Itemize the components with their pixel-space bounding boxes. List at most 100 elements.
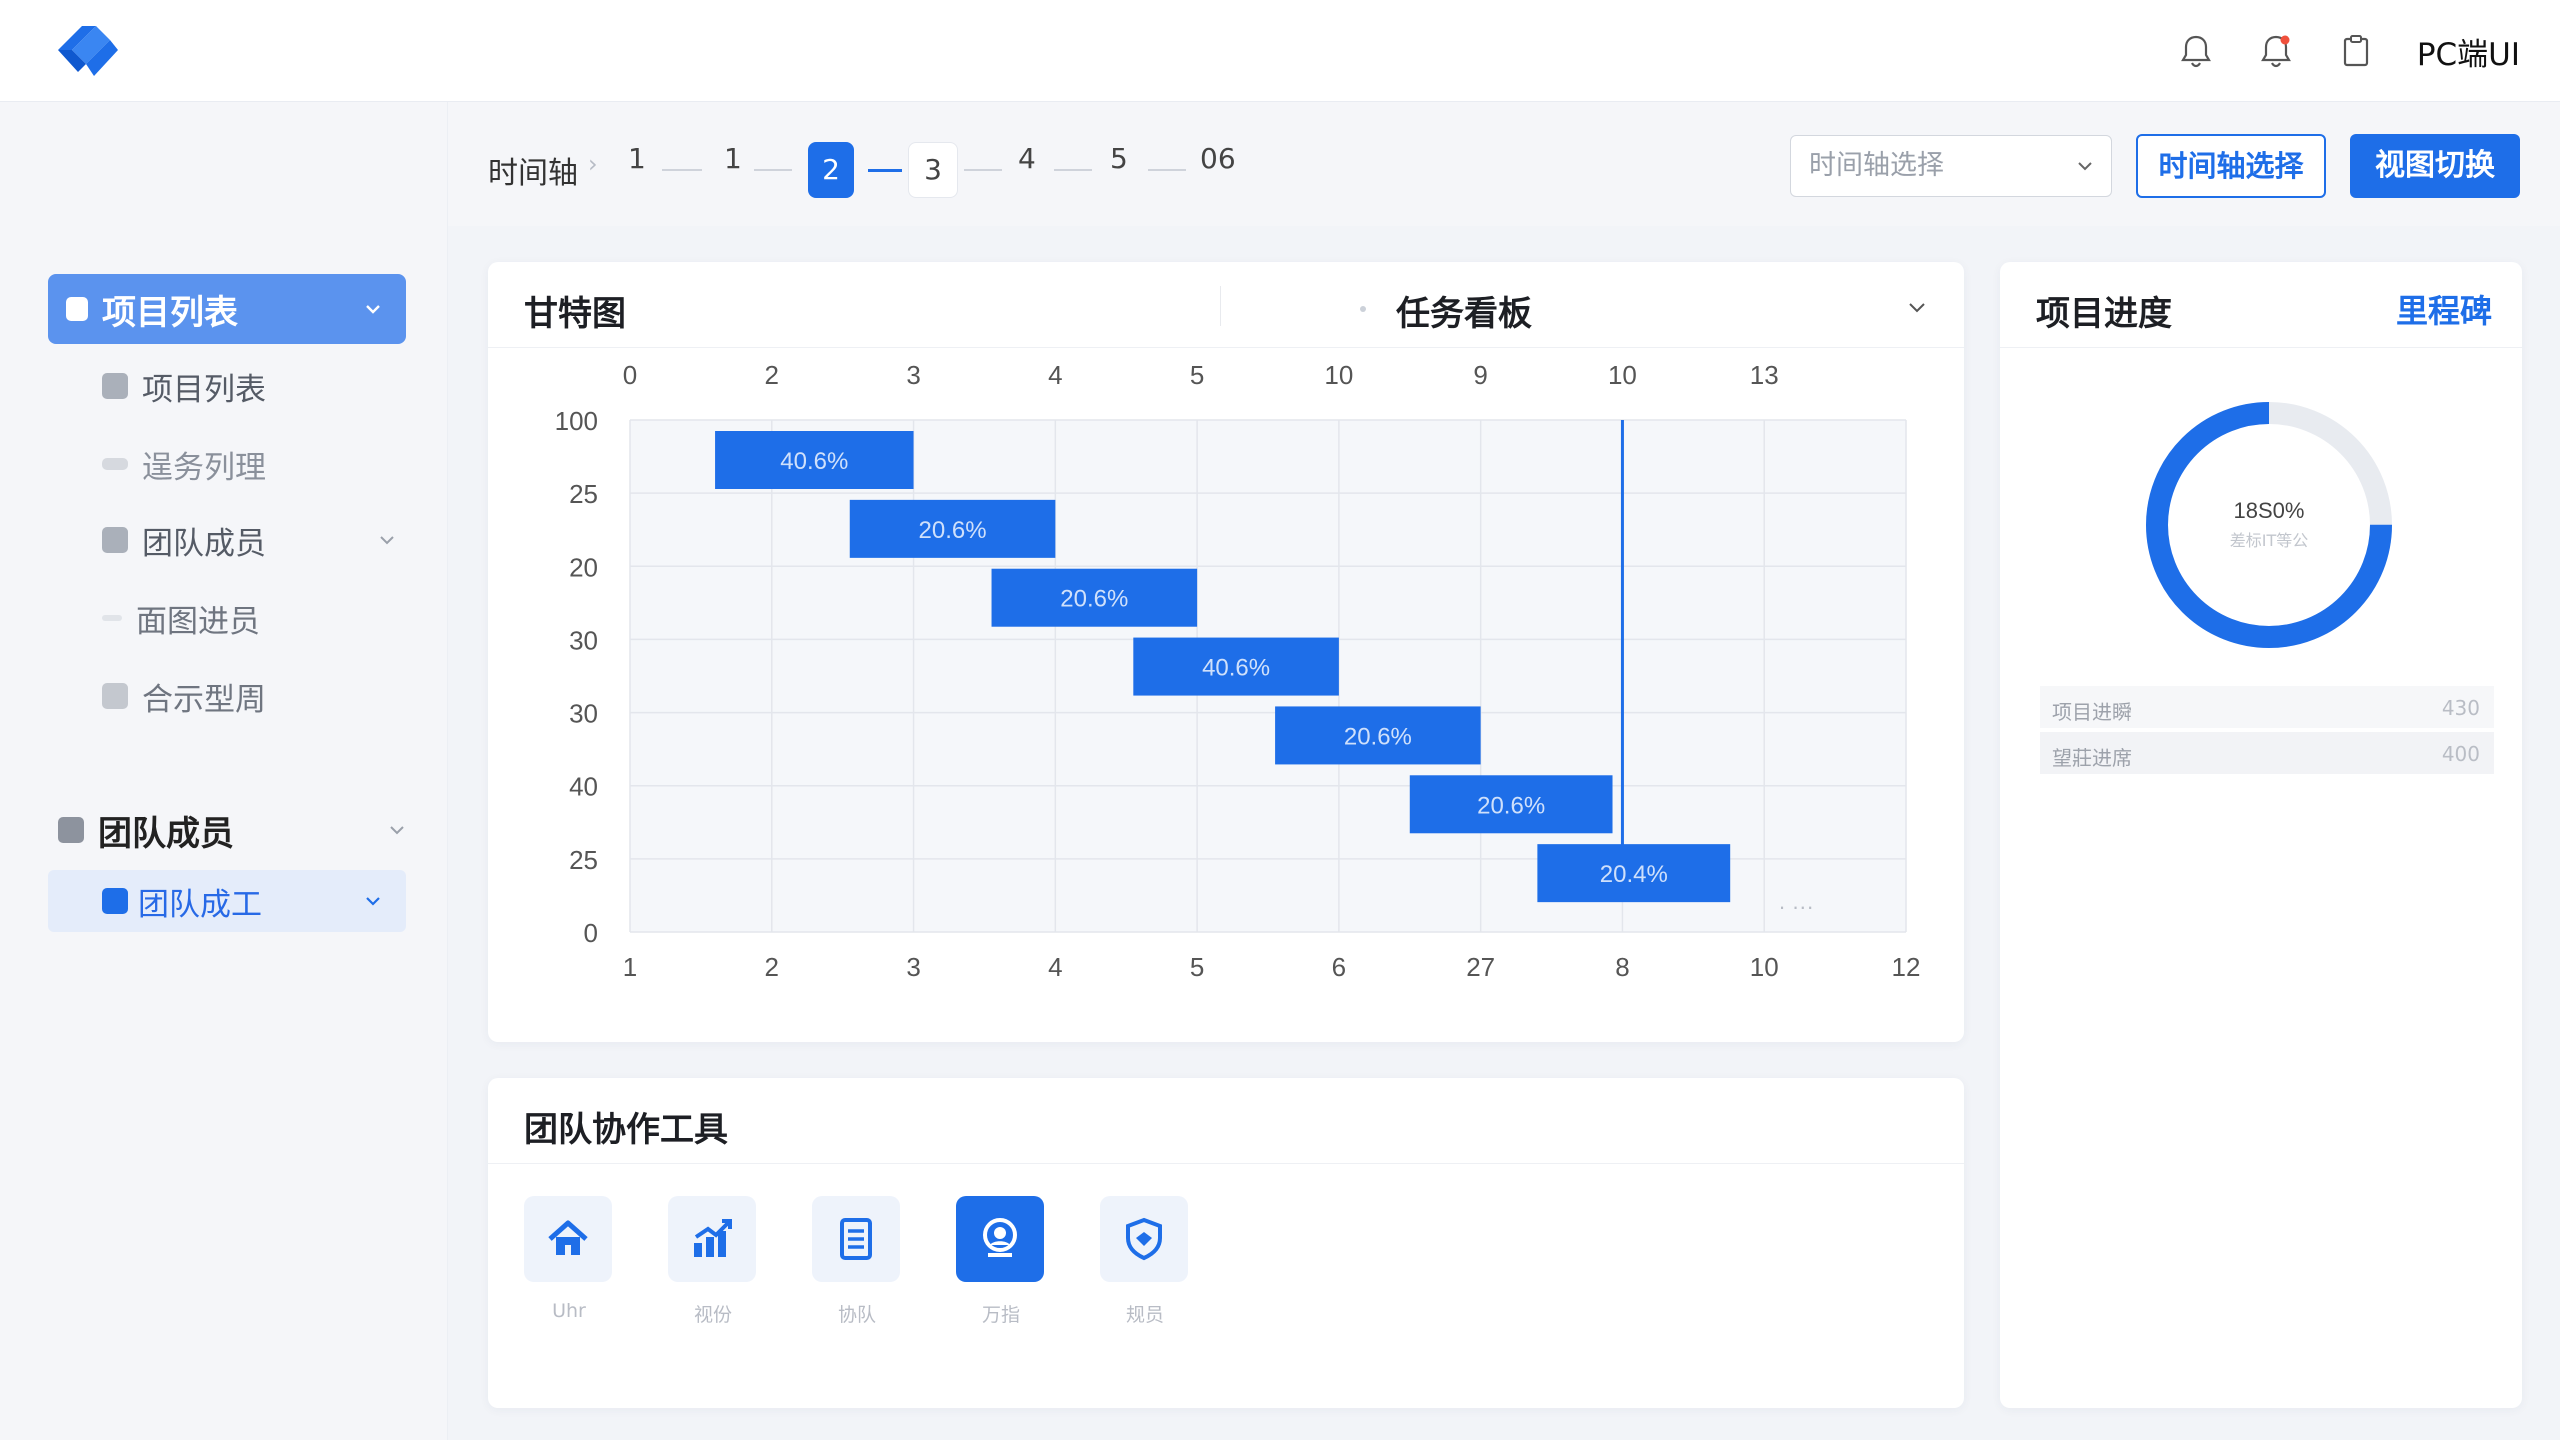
sidebar-subitem-task-list[interactable]: 逞务列理: [102, 438, 402, 490]
sidebar-item-label: 团队成员: [142, 525, 266, 562]
x-tick-label-bottom: 27: [1466, 952, 1495, 982]
team-icon: [102, 527, 128, 553]
bell-icon[interactable]: [2171, 26, 2221, 76]
y-tick-label: 25: [569, 479, 598, 509]
timeline-connector: [1148, 169, 1186, 171]
logo-icon[interactable]: [52, 20, 124, 82]
collaboration-tools-card: 团队协作工具 Uhr 视份 协队 万指 规员: [488, 1078, 1964, 1408]
milestone-link[interactable]: 里程碑: [2396, 286, 2492, 332]
timeline-step[interactable]: 1: [628, 142, 646, 175]
tool-tile-active[interactable]: [956, 1196, 1044, 1282]
tool-tile[interactable]: [812, 1196, 900, 1282]
sidebar-subitem-team-members[interactable]: 团队成员: [102, 514, 402, 566]
list-icon: [66, 297, 88, 321]
x-tick-label-top: 3: [906, 360, 920, 390]
x-tick-label-top: 10: [1608, 360, 1637, 390]
sidebar: 项目列表 项目列表 逞务列理 团队成员 面图进员 合示型周 团队成员 团队成工: [0, 102, 448, 1440]
timeline-select-dropdown[interactable]: 时间轴选择: [1790, 135, 2112, 197]
chevron-down-icon: [366, 897, 380, 906]
timeline-connector: [754, 169, 792, 171]
chevron-down-icon[interactable]: [1904, 294, 1930, 320]
timeline-step[interactable]: 3: [908, 142, 958, 198]
timeline-step[interactable]: 06: [1200, 142, 1236, 175]
tool-tile[interactable]: [668, 1196, 756, 1282]
user-profile-icon: [983, 1218, 1017, 1257]
tool-label: 万指: [981, 1304, 1020, 1326]
sidebar-item-label: 项目列表: [102, 292, 238, 333]
y-tick-label: 0: [584, 918, 598, 948]
timeline-step-active[interactable]: 2: [808, 142, 854, 198]
gantt-tab[interactable]: 甘特图: [524, 286, 626, 335]
timeline-label: 时间轴: [488, 156, 578, 191]
tool-item[interactable]: 协队: [812, 1196, 902, 1327]
donut-value: 18S0%: [2234, 498, 2305, 523]
timeline-step[interactable]: 5: [1110, 142, 1128, 175]
gantt-bar-label: 20.6%: [919, 517, 987, 544]
sidebar-item-project-list[interactable]: 项目列表: [48, 274, 406, 344]
donut-subtext: 差标IT等公: [2230, 531, 2309, 550]
stat-label: 项目进瞬: [2052, 700, 2132, 724]
dot-icon: [102, 615, 122, 621]
tool-label: 视份: [693, 1304, 732, 1326]
x-tick-label-top: 9: [1473, 360, 1487, 390]
tool-item[interactable]: 规员: [1100, 1196, 1190, 1327]
today-marker-dot: [1615, 847, 1630, 861]
timeline-connector: [1054, 169, 1092, 171]
card-header: 甘特图 任务看板: [488, 262, 1964, 348]
tool-item[interactable]: 万指: [956, 1196, 1046, 1327]
x-tick-label-top: 13: [1750, 360, 1779, 390]
shield-icon: [1126, 1217, 1162, 1261]
x-tick-label-top: 5: [1190, 360, 1204, 390]
x-tick-label-top: 4: [1048, 360, 1062, 390]
timeline-step[interactable]: 1: [724, 142, 742, 175]
task-board-tab[interactable]: 任务看板: [1396, 286, 1532, 335]
workers-icon: [102, 888, 128, 914]
chevron-down-icon: [366, 305, 380, 314]
sidebar-subitem-progress[interactable]: 面图进员: [102, 592, 402, 644]
gantt-bar-label: 20.6%: [1477, 792, 1545, 819]
chevron-down-icon: [390, 826, 404, 835]
x-tick-label-bottom: 2: [765, 952, 779, 982]
timeline-connector: [662, 169, 702, 171]
view-switch-button[interactable]: 视图切换: [2350, 134, 2520, 198]
gantt-card: 甘特图 任务看板 100 25 20 30 30 40 25 0 1 2 3 4 5 6 27 8 10 12 0 2…: [488, 262, 1964, 1042]
x-tick-label-bottom: 8: [1615, 952, 1629, 982]
timeline-connector-active: [868, 169, 902, 172]
progress-title: 项目进度: [2036, 294, 2172, 334]
brand-label: PC端UI: [2416, 36, 2520, 73]
notification-bell-icon[interactable]: [2251, 26, 2301, 76]
sidebar-item-label: 合示型周: [142, 681, 266, 718]
x-tick-label-top: 0: [623, 360, 637, 390]
gantt-bar-label: 20.6%: [1060, 586, 1128, 613]
sidebar-subitem-contracts[interactable]: 合示型周: [102, 670, 402, 722]
tool-tile[interactable]: [524, 1196, 612, 1282]
x-tick-label-bottom: 6: [1332, 952, 1346, 982]
y-tick-label: 30: [569, 699, 598, 729]
tool-tile[interactable]: [1100, 1196, 1188, 1282]
contract-icon: [102, 683, 128, 709]
timeline-step[interactable]: 4: [1018, 142, 1036, 175]
x-tick-label-top: 10: [1324, 360, 1353, 390]
sidebar-item-label: 团队成工: [138, 886, 262, 923]
clipboard-icon[interactable]: [2331, 26, 2381, 76]
project-progress-card: 项目进度 里程碑 18S0% 差标IT等公 项目进瞬 430 望莊进席 400: [2000, 262, 2522, 1408]
tool-item[interactable]: Uhr: [524, 1196, 614, 1327]
timeline-select-button[interactable]: 时间轴选择: [2136, 134, 2326, 198]
sidebar-item-team-workers[interactable]: 团队成工: [48, 870, 406, 932]
stat-label: 望莊进席: [2052, 746, 2132, 770]
y-tick-label: 25: [569, 845, 598, 875]
sidebar-subitem-project-list[interactable]: 项目列表: [102, 360, 402, 412]
y-tick-label: 40: [569, 772, 598, 802]
tab-dot: [1360, 306, 1366, 312]
sidebar-item-label: 逞务列理: [142, 449, 266, 486]
chevron-down-icon: [380, 536, 394, 545]
y-tick-label: 20: [569, 552, 598, 582]
x-tick-label-bottom: 3: [906, 952, 920, 982]
progress-donut: 18S0% 差标IT等公: [2146, 402, 2392, 648]
sidebar-item-label: 面图进员: [136, 603, 260, 640]
sidebar-group-label: 团队成员: [98, 813, 234, 854]
trailing-dots: · ···: [1778, 894, 1813, 919]
tool-item[interactable]: 视份: [668, 1196, 758, 1327]
sidebar-group-team[interactable]: 团队成员: [58, 802, 408, 858]
tab-divider: [1220, 286, 1221, 326]
